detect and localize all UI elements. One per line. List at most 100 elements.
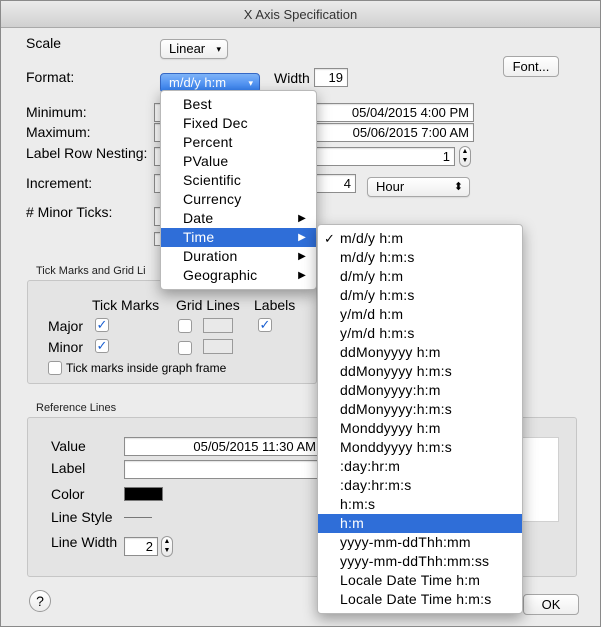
time-format-item-label: Monddyyyy h:m [340, 420, 441, 436]
stepper-up-icon: ▲ [461, 148, 469, 155]
time-format-item-label: m/d/y h:m:s [340, 249, 415, 265]
format-menu-item[interactable]: Time ▶ [161, 228, 316, 247]
time-format-item[interactable]: yyyy-mm-ddThh:mm [318, 533, 522, 552]
time-format-item[interactable]: ✓ m/d/y h:m [318, 229, 522, 248]
help-button[interactable]: ? [29, 590, 51, 612]
maximum-field[interactable]: 05/06/2015 7:00 AM [315, 123, 474, 142]
format-menu-item-label: Date [183, 210, 214, 226]
chevron-down-icon: ▾ [216, 44, 221, 54]
format-menu-item[interactable]: Duration ▶ [161, 247, 316, 266]
minor-grid-color-swatch[interactable] [203, 339, 233, 354]
time-format-item[interactable]: ddMonyyyy h:m:s [318, 362, 522, 381]
scale-label: Scale [26, 35, 62, 51]
format-menu-item[interactable]: Best [161, 95, 316, 114]
ok-button[interactable]: OK [523, 594, 579, 615]
inside-frame-label: Tick marks inside graph frame [66, 361, 227, 375]
increment-unit-popup[interactable]: Hour ⬍ [367, 177, 470, 197]
format-menu-item-label: Geographic [183, 267, 258, 283]
format-menu: Best Fixed Dec Percent PValue Scientific Curr… [160, 90, 317, 290]
ref-line-style-label: Line Style [51, 509, 113, 525]
time-format-item[interactable]: d/m/y h:m [318, 267, 522, 286]
submenu-arrow-icon: ▶ [298, 232, 306, 243]
tick-group-title: Tick Marks and Grid Li [36, 265, 146, 277]
format-menu-item[interactable]: Geographic ▶ [161, 266, 316, 285]
checkmark-icon: ✓ [324, 231, 336, 246]
ref-color-label: Color [51, 486, 85, 502]
ref-line-width-field[interactable]: 2 [124, 537, 158, 556]
ref-line-style-sample[interactable] [124, 517, 152, 518]
stepper-up-icon: ▲ [163, 538, 171, 545]
time-format-item-label: ddMonyyyy:h:m:s [340, 401, 452, 417]
time-format-item[interactable]: ddMonyyyy:h:m [318, 381, 522, 400]
minimum-label: Minimum: [26, 104, 87, 120]
major-label-checkbox[interactable]: ✓ [258, 318, 272, 332]
format-menu-item-label: Time [183, 229, 215, 245]
font-button[interactable]: Font... [503, 56, 559, 77]
increment-unit-value: Hour [376, 179, 405, 194]
submenu-arrow-icon: ▶ [298, 270, 306, 281]
major-grid-color-swatch[interactable] [203, 318, 233, 333]
label-row-nesting-label: Label Row Nesting: [26, 145, 148, 161]
format-menu-item-label: Duration [183, 248, 238, 264]
width-field[interactable]: 19 [314, 68, 348, 87]
ref-color-swatch[interactable] [124, 487, 163, 501]
inside-frame-checkbox[interactable] [48, 361, 62, 375]
increment-field[interactable]: 4 [315, 174, 356, 193]
dialog-window: X Axis Specification Scale Linear ▾ Form… [0, 0, 601, 627]
major-grid-checkbox[interactable] [178, 319, 192, 333]
format-menu-item-label: Best [183, 96, 212, 112]
ref-label-field[interactable] [124, 460, 321, 479]
time-format-item-label: yyyy-mm-ddThh:mm:ss [340, 553, 490, 569]
time-format-item[interactable]: y/m/d h:m [318, 305, 522, 324]
col-labels: Labels [254, 297, 296, 313]
time-format-item[interactable]: ddMonyyyy h:m [318, 343, 522, 362]
time-format-item[interactable]: Monddyyyy h:m [318, 419, 522, 438]
time-format-item-label: ddMonyyyy h:m:s [340, 363, 452, 379]
time-format-item[interactable]: Locale Date Time h:m [318, 571, 522, 590]
time-format-item[interactable]: d/m/y h:m:s [318, 286, 522, 305]
increment-label: Increment: [26, 175, 93, 191]
window-title: X Axis Specification [243, 7, 358, 22]
format-menu-item-label: Scientific [183, 172, 242, 188]
line-width-stepper[interactable]: ▲ ▼ [161, 536, 173, 557]
time-format-item[interactable]: :day:hr:m [318, 457, 522, 476]
format-menu-item[interactable]: Fixed Dec [161, 114, 316, 133]
format-popup-value: m/d/y h:m [169, 75, 227, 90]
nesting-stepper[interactable]: ▲ ▼ [459, 146, 471, 167]
time-submenu: ✓ m/d/y h:m m/d/y h:m:s d/m/y h:m d/m/y h:m:… [317, 224, 523, 614]
label-row-nesting-field[interactable]: 1 [315, 147, 455, 166]
updown-arrow-icon: ⬍ [453, 181, 463, 193]
time-format-item[interactable]: :day:hr:m:s [318, 476, 522, 495]
col-grid-lines: Grid Lines [176, 297, 240, 313]
time-format-item[interactable]: ddMonyyyy:h:m:s [318, 400, 522, 419]
time-format-item[interactable]: Monddyyyy h:m:s [318, 438, 522, 457]
stepper-down-icon: ▼ [163, 547, 171, 554]
time-format-item-label: m/d/y h:m [340, 230, 404, 246]
major-tick-checkbox[interactable]: ✓ [95, 318, 109, 332]
format-menu-item-label: Fixed Dec [183, 115, 248, 131]
submenu-arrow-icon: ▶ [298, 251, 306, 262]
format-menu-item[interactable]: Scientific [161, 171, 316, 190]
minimum-field[interactable]: 05/04/2015 4:00 PM [315, 103, 474, 122]
maximum-label: Maximum: [26, 124, 91, 140]
time-format-item-label: d/m/y h:m [340, 268, 404, 284]
ref-value-field[interactable]: 05/05/2015 11:30 AM [124, 437, 321, 456]
time-format-item[interactable]: y/m/d h:m:s [318, 324, 522, 343]
format-menu-item[interactable]: PValue [161, 152, 316, 171]
scale-popup[interactable]: Linear ▾ [160, 39, 228, 59]
time-format-item[interactable]: yyyy-mm-ddThh:mm:ss [318, 552, 522, 571]
time-format-item[interactable]: h:m [318, 514, 522, 533]
time-format-item[interactable]: h:m:s [318, 495, 522, 514]
minor-ticks-label: # Minor Ticks: [26, 204, 113, 220]
time-format-item-label: :day:hr:m [340, 458, 401, 474]
ref-line-width-label: Line Width [51, 534, 118, 550]
scale-popup-value: Linear [169, 41, 206, 56]
format-menu-item[interactable]: Percent [161, 133, 316, 152]
format-menu-item-label: PValue [183, 153, 229, 169]
time-format-item[interactable]: m/d/y h:m:s [318, 248, 522, 267]
minor-grid-checkbox[interactable] [178, 341, 192, 355]
time-format-item[interactable]: Locale Date Time h:m:s [318, 590, 522, 609]
format-menu-item[interactable]: Currency [161, 190, 316, 209]
format-menu-item[interactable]: Date ▶ [161, 209, 316, 228]
minor-tick-checkbox[interactable]: ✓ [95, 339, 109, 353]
